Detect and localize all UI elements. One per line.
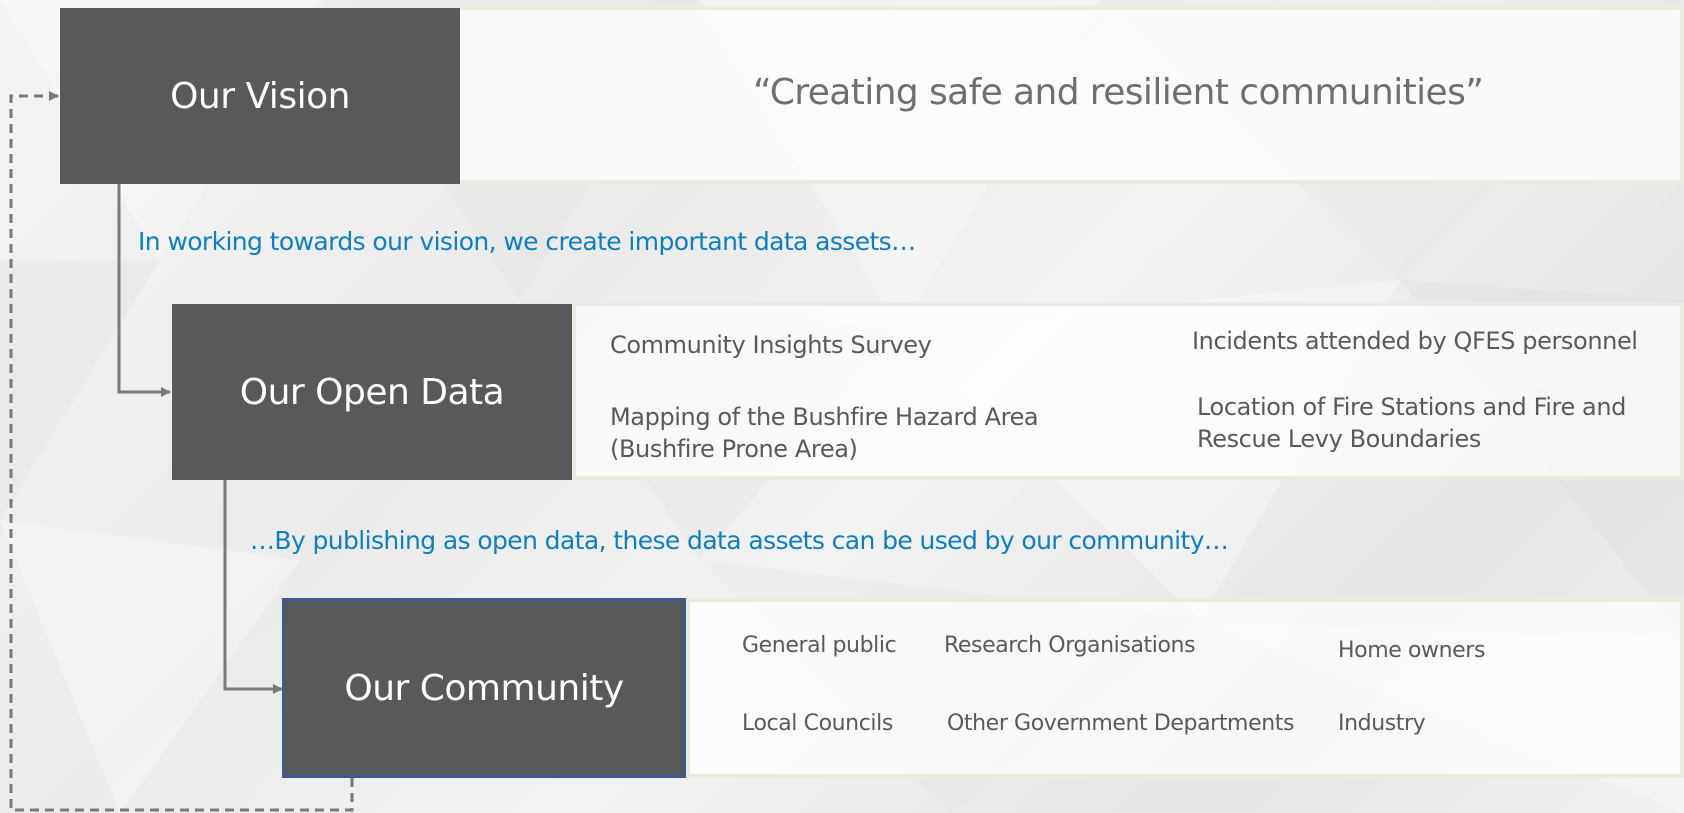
open-data-to-community-connector (223, 480, 283, 694)
community-group: Local Councils (742, 711, 893, 736)
asset-line: Incidents attended by QFES personnel (1192, 327, 1638, 355)
community-group: General public (742, 633, 897, 658)
vision-statement: “Creating safe and resilient communities… (753, 72, 1484, 113)
asset-line: Mapping of the Bushfire Hazard Area (610, 403, 1039, 431)
open-data-asset: Incidents attended by QFES personnel (1192, 325, 1638, 357)
community-group: Other Government Departments (947, 711, 1295, 736)
community-box: Our Community (282, 598, 686, 778)
asset-line: (Bushfire Prone Area) (610, 435, 858, 463)
asset-line: Community Insights Survey (610, 331, 932, 359)
vision-box: Our Vision (60, 8, 460, 184)
asset-line: Location of Fire Stations and Fire and (1197, 393, 1627, 421)
vision-to-open-data-connector (117, 184, 171, 397)
community-group: Home owners (1338, 638, 1486, 663)
open-data-asset: Community Insights Survey (610, 329, 932, 361)
data-assets-caption: In working towards our vision, we create… (138, 227, 916, 256)
community-group: Research Organisations (944, 633, 1196, 658)
open-data-box: Our Open Data (172, 304, 572, 480)
community-box-label: Our Community (344, 667, 624, 709)
community-group: Industry (1338, 711, 1426, 736)
vision-box-label: Our Vision (170, 75, 350, 117)
open-data-box-label: Our Open Data (239, 371, 505, 413)
open-data-asset: Location of Fire Stations and Fire and R… (1197, 391, 1626, 455)
asset-line: Rescue Levy Boundaries (1197, 425, 1481, 453)
open-data-asset: Mapping of the Bushfire Hazard Area (Bus… (610, 401, 1039, 465)
publishing-caption: …By publishing as open data, these data … (250, 526, 1229, 555)
